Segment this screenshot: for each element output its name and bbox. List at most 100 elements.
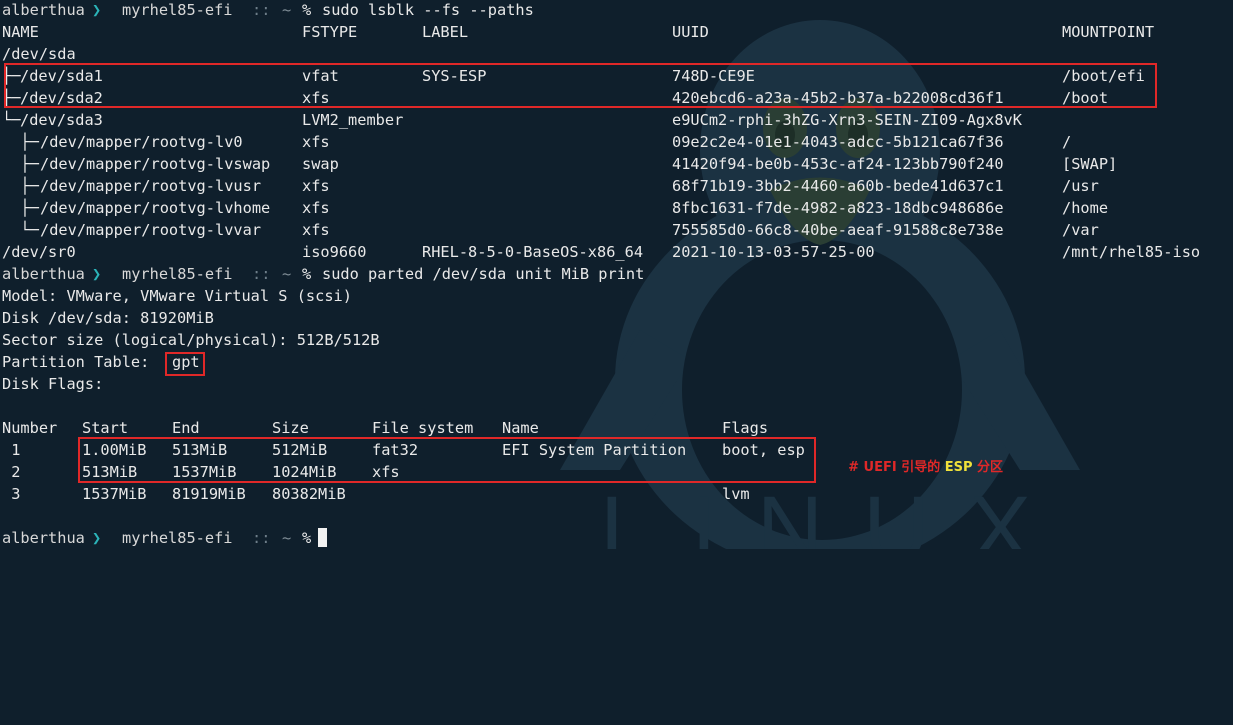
- partition-cell-flags: lvm: [722, 485, 750, 503]
- lsblk-cell-mount: /boot: [1062, 89, 1109, 107]
- partition-cell-size: 1024MiB: [272, 463, 337, 481]
- cursor[interactable]: [314, 527, 327, 549]
- lsblk-cell-uuid: e9UCm2-rphi-3hZG-Xrn3-SEIN-ZI09-Agx8vK: [672, 111, 1022, 129]
- lsblk-cell-name: /dev/sda3: [20, 111, 103, 129]
- partition-table-label: Partition Table:: [2, 353, 159, 371]
- lsblk-cell-name: /dev/sr0: [2, 243, 76, 261]
- tree-branch: └─: [2, 111, 21, 129]
- esp-annotation: # UEFI 引导的 ESP 分区: [830, 441, 1003, 490]
- prompt-line: alberthua ❯ myrhel85-efi :: ~ %: [2, 527, 327, 549]
- partition-cell-fs: xfs: [372, 463, 400, 481]
- tree-branch: ├─: [2, 199, 39, 217]
- prompt-symbol: %: [302, 265, 312, 283]
- lsblk-header: NAME: [2, 23, 39, 41]
- parted-partition-table: Partition Table: gpt: [2, 351, 200, 373]
- lsblk-cell-name: /dev/mapper/rootvg-lv0: [40, 133, 243, 151]
- lsblk-cell-fstype: swap: [302, 155, 339, 173]
- prompt-host: myrhel85-efi: [122, 1, 233, 19]
- lsblk-cell-mount: /: [1062, 133, 1072, 151]
- annotation-prefix: # UEFI 引导的: [848, 460, 945, 475]
- prompt-separator: ::: [252, 529, 271, 547]
- parted-sector: Sector size (logical/physical): 512B/512…: [2, 331, 380, 349]
- prompt-user: alberthua: [2, 529, 85, 547]
- tree-branch: ├─: [2, 133, 39, 151]
- prompt-separator: ::: [252, 265, 271, 283]
- lsblk-cell-uuid: 755585d0-66c8-40be-aeaf-91588c8e738e: [672, 221, 1004, 239]
- parted-header: Size: [272, 419, 309, 437]
- partition-cell-start: 1537MiB: [82, 485, 147, 503]
- lsblk-cell-fstype: xfs: [302, 221, 330, 239]
- partition-cell-num: 3: [2, 485, 21, 503]
- partition-cell-flags: boot, esp: [722, 441, 805, 459]
- partition-cell-fs: fat32: [372, 441, 419, 459]
- partition-table-value: gpt: [172, 353, 200, 371]
- tree-branch: └─: [2, 221, 39, 239]
- lsblk-cell-uuid: 09e2c2e4-01e1-4043-adcc-5b121ca67f36: [672, 133, 1004, 151]
- lsblk-cell-fstype: xfs: [302, 89, 330, 107]
- lsblk-header: FSTYPE: [302, 23, 358, 41]
- prompt-dir: ~: [282, 265, 292, 283]
- lsblk-header: LABEL: [422, 23, 469, 41]
- lsblk-cell-mount: [SWAP]: [1062, 155, 1118, 173]
- lsblk-cell-mount: /mnt/rhel85-iso: [1062, 243, 1201, 261]
- parted-header: Start: [82, 419, 129, 437]
- prompt-line: alberthua ❯ myrhel85-efi :: ~ % sudo par…: [2, 263, 644, 285]
- prompt-symbol: %: [302, 1, 312, 19]
- lsblk-cell-uuid: 748D-CE9E: [672, 67, 755, 85]
- parted-disk-flags: Disk Flags:: [2, 375, 104, 393]
- partition-cell-num: 1: [2, 441, 21, 459]
- tree-branch: ├─: [2, 67, 21, 85]
- prompt-arrow-icon: ❯: [92, 1, 102, 19]
- prompt-symbol: %: [302, 529, 312, 547]
- lsblk-cell-label: RHEL-8-5-0-BaseOS-x86_64: [422, 243, 644, 261]
- lsblk-cell-uuid: 68f71b19-3bb2-4460-a60b-bede41d637c1: [672, 177, 1004, 195]
- partition-cell-end: 1537MiB: [172, 463, 237, 481]
- tree-branch: ├─: [2, 155, 39, 173]
- partition-cell-name: EFI System Partition: [502, 441, 687, 459]
- parted-header: Flags: [722, 419, 769, 437]
- prompt-host: myrhel85-efi: [122, 529, 233, 547]
- lsblk-cell-fstype: iso9660: [302, 243, 367, 261]
- partition-cell-start: 1.00MiB: [82, 441, 147, 459]
- prompt-arrow-icon: ❯: [92, 265, 102, 283]
- lsblk-cell-uuid: 420ebcd6-a23a-45b2-b37a-b22008cd36f1: [672, 89, 1004, 107]
- lsblk-cell-name: /dev/mapper/rootvg-lvswap: [40, 155, 271, 173]
- partition-cell-start: 513MiB: [82, 463, 138, 481]
- lsblk-cell-fstype: xfs: [302, 199, 330, 217]
- lsblk-cell-fstype: LVM2_member: [302, 111, 404, 129]
- lsblk-header-row: NAME FSTYPE LABEL UUID MOUNTPOINT: [2, 21, 1154, 43]
- parted-header: End: [172, 419, 200, 437]
- partition-cell-end: 81919MiB: [172, 485, 246, 503]
- prompt-host: myrhel85-efi: [122, 265, 233, 283]
- lsblk-header: UUID: [672, 23, 709, 41]
- lsblk-cell-mount: /var: [1062, 221, 1099, 239]
- partition-cell-num: 2: [2, 463, 21, 481]
- lsblk-cell-name: /dev/mapper/rootvg-lvusr: [40, 177, 262, 195]
- command-text: sudo parted /dev/sda unit MiB print: [322, 265, 645, 283]
- lsblk-cell-uuid: 2021-10-13-03-57-25-00: [672, 243, 875, 261]
- parted-disk: Disk /dev/sda: 81920MiB: [2, 309, 214, 327]
- lsblk-cell-fstype: vfat: [302, 67, 339, 85]
- partition-cell-size: 80382MiB: [272, 485, 346, 503]
- lsblk-cell-mount: /boot/efi: [1062, 67, 1145, 85]
- command-text: sudo lsblk --fs --paths: [322, 1, 534, 19]
- prompt-user: alberthua: [2, 1, 85, 19]
- lsblk-cell-uuid: 41420f94-be0b-453c-af24-123bb790f240: [672, 155, 1004, 173]
- parted-header: Name: [502, 419, 539, 437]
- lsblk-cell-mount: /usr: [1062, 177, 1099, 195]
- parted-header: File system: [372, 419, 474, 437]
- prompt-dir: ~: [282, 1, 292, 19]
- parted-model: Model: VMware, VMware Virtual S (scsi): [2, 287, 352, 305]
- annotation-highlight: ESP: [944, 460, 973, 475]
- partition-cell-size: 512MiB: [272, 441, 328, 459]
- prompt-separator: ::: [252, 1, 271, 19]
- annotation-suffix: 分区: [972, 460, 1004, 475]
- lsblk-cell-fstype: xfs: [302, 177, 330, 195]
- prompt-arrow-icon: ❯: [92, 529, 102, 547]
- prompt-user: alberthua: [2, 265, 85, 283]
- lsblk-cell-name: /dev/sda2: [20, 89, 103, 107]
- lsblk-header: MOUNTPOINT: [1062, 23, 1155, 41]
- prompt-dir: ~: [282, 529, 292, 547]
- lsblk-cell-label: SYS-ESP: [422, 67, 487, 85]
- lsblk-cell-name: /dev/mapper/rootvg-lvvar: [40, 221, 262, 239]
